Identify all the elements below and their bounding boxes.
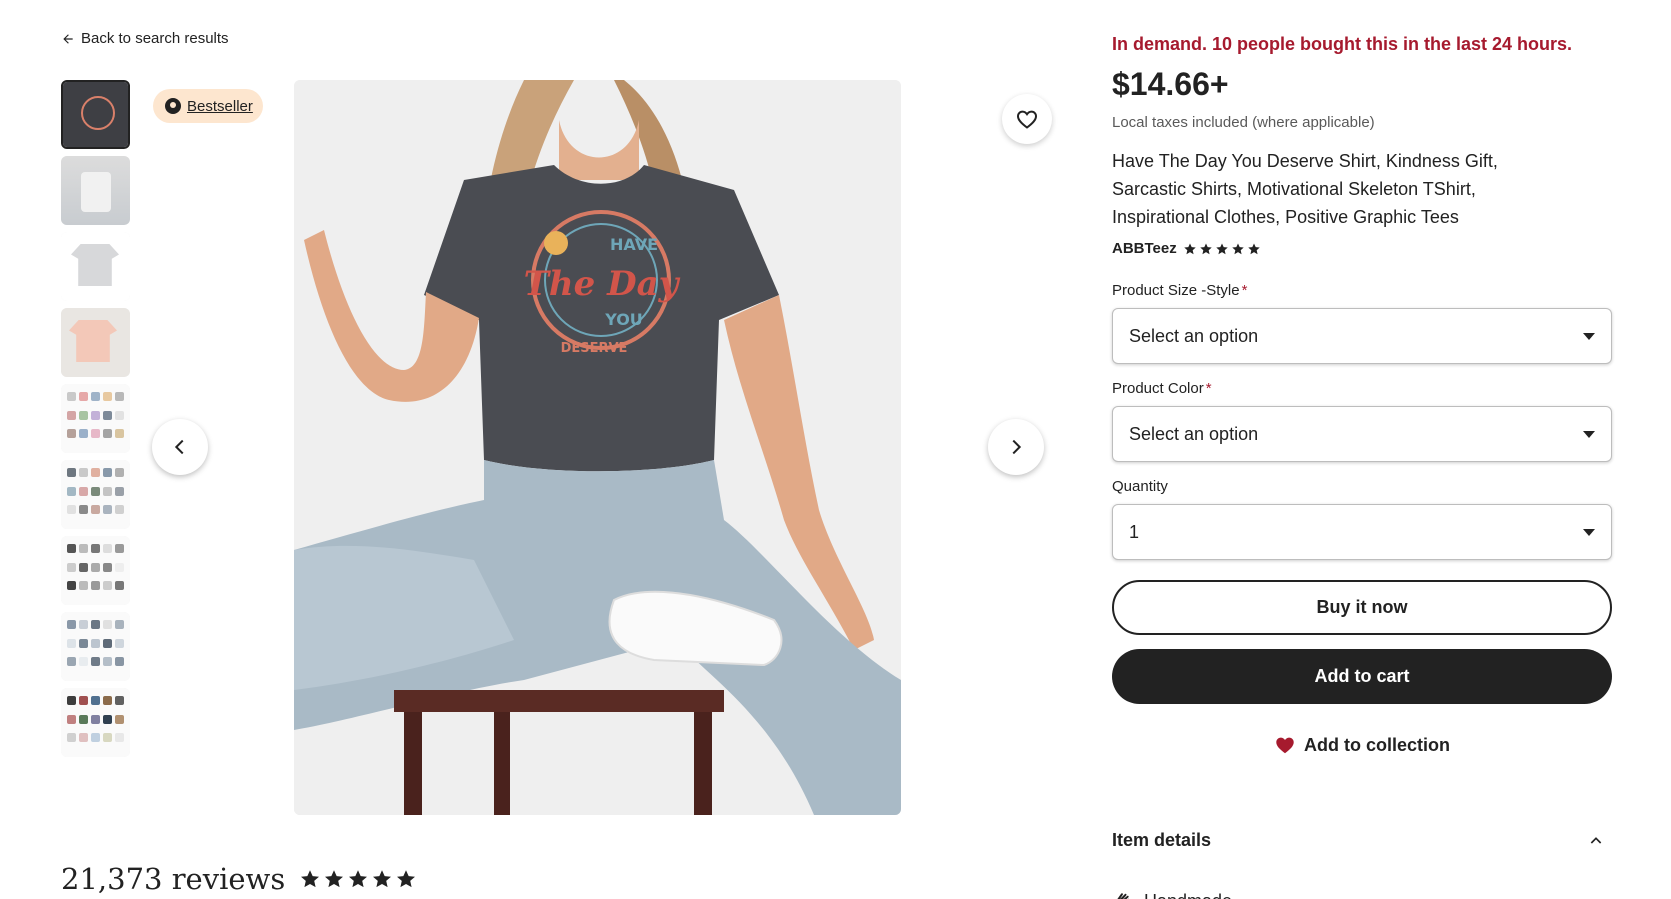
add-to-collection-button[interactable]: Add to collection (1112, 734, 1612, 756)
reviews-summary: 21,373 reviews (61, 862, 417, 896)
thumbnail-5[interactable] (61, 384, 130, 453)
bestseller-label: Bestseller (187, 97, 253, 115)
thumbnail-1[interactable] (61, 80, 130, 149)
caret-down-icon (1583, 430, 1595, 438)
product-photo: The Day HAVE YOU DESERVE (294, 80, 901, 815)
handmade-label: Handmade (1144, 891, 1232, 899)
star-icon (1200, 242, 1212, 254)
caret-down-icon (1583, 528, 1595, 536)
thumbnail-7[interactable] (61, 536, 130, 605)
favorite-button[interactable] (1002, 94, 1052, 144)
star-icon (1216, 242, 1228, 254)
back-link-label: Back to search results (81, 30, 229, 47)
award-icon (165, 98, 181, 114)
thumbnail-6[interactable] (61, 460, 130, 529)
quantity-select-value: 1 (1129, 521, 1140, 542)
size-select-value: Select an option (1129, 325, 1259, 346)
color-label-text: Product Color (1112, 380, 1204, 397)
chevron-left-icon (174, 439, 184, 455)
shop-name[interactable]: ABBTeez (1112, 240, 1177, 257)
color-field-label: Product Color * (1112, 380, 1212, 397)
arrow-left-icon (63, 33, 73, 44)
required-mark: * (1241, 282, 1248, 299)
thumbnail-strip (61, 80, 131, 764)
star-icon (1184, 242, 1196, 254)
quantity-label-text: Quantity (1112, 478, 1168, 495)
hand-icon (1117, 893, 1129, 899)
star-icon (349, 870, 368, 888)
buy-now-button[interactable]: Buy it now (1112, 580, 1612, 635)
item-details-heading: Item details (1112, 830, 1212, 850)
thumbnail-4[interactable] (61, 308, 130, 377)
thumbnail-9[interactable] (61, 688, 130, 757)
size-select[interactable]: Select an option (1112, 308, 1612, 364)
demand-notice: In demand. 10 people bought this in the … (1112, 34, 1573, 54)
star-icon (373, 870, 392, 888)
svg-text:YOU: YOU (604, 310, 643, 329)
product-title: Have The Day You Deserve Shirt, Kindness… (1112, 151, 1498, 227)
size-label-text: Product Size -Style (1112, 282, 1240, 299)
add-to-cart-button[interactable]: Add to cart (1112, 649, 1612, 704)
svg-text:HAVE: HAVE (610, 235, 658, 254)
color-select-value: Select an option (1129, 423, 1259, 444)
chevron-up-icon (1590, 836, 1602, 844)
item-details-toggle[interactable]: Item details (1112, 830, 1612, 851)
size-field-label: Product Size -Style * (1112, 282, 1247, 299)
next-image-button[interactable] (988, 419, 1044, 475)
main-product-image: The Day HAVE YOU DESERVE (294, 80, 901, 815)
star-icon (1232, 242, 1244, 254)
back-to-search-link[interactable]: Back to search results (61, 30, 229, 47)
shop-rating-stars (1183, 242, 1261, 256)
thumbnail-2[interactable] (61, 156, 130, 225)
svg-text:The Day: The Day (524, 264, 681, 304)
previous-image-button[interactable] (152, 419, 208, 475)
star-icon (397, 870, 416, 888)
star-icon (301, 870, 320, 888)
star-icon (325, 870, 344, 888)
thumbnail-8[interactable] (61, 612, 130, 681)
star-icon (1248, 242, 1260, 254)
chevron-right-icon (1012, 439, 1022, 455)
required-mark: * (1205, 380, 1212, 397)
thumbnail-3[interactable] (61, 232, 130, 301)
caret-down-icon (1583, 332, 1595, 340)
bestseller-badge[interactable]: Bestseller (153, 89, 263, 123)
price: $14.66+ (1112, 66, 1229, 102)
add-to-collection-label: Add to collection (1304, 734, 1450, 755)
reviews-count: 21,373 reviews (61, 862, 286, 896)
quantity-field-label: Quantity (1112, 478, 1168, 495)
tax-note: Local taxes included (where applicable) (1112, 114, 1375, 131)
heart-filled-icon (1276, 737, 1294, 754)
color-select[interactable]: Select an option (1112, 406, 1612, 462)
shop-info: ABBTeez (1112, 240, 1261, 257)
review-stars (299, 868, 417, 890)
heart-outline-icon (1016, 110, 1038, 129)
handmade-detail: Handmade (1112, 890, 1232, 899)
svg-text:DESERVE: DESERVE (561, 341, 628, 356)
quantity-select[interactable]: 1 (1112, 504, 1612, 560)
